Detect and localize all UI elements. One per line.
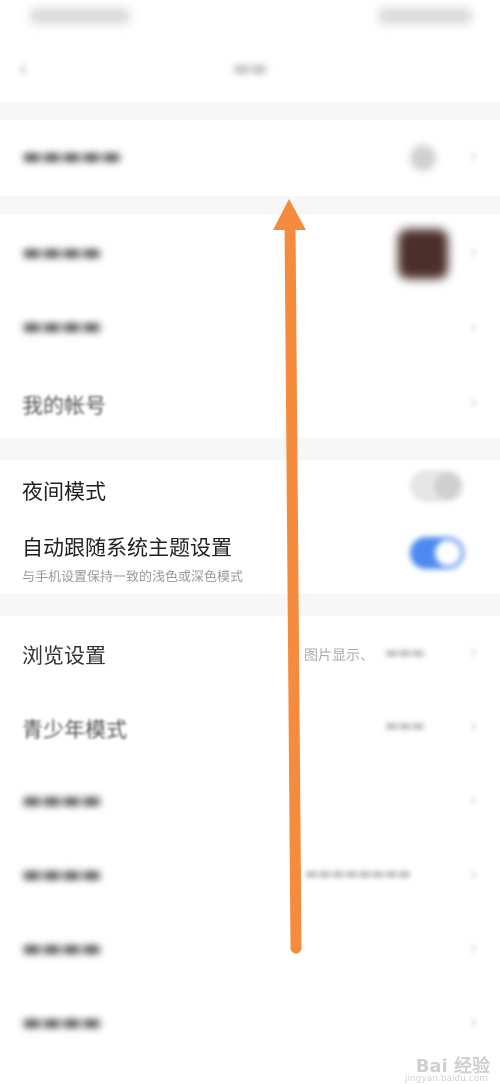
arrow-shaft xyxy=(284,216,302,954)
watermark-url: jingyan.baidu.com xyxy=(404,1074,488,1084)
arrow-head xyxy=(273,199,306,230)
swipe-up-arrow-annotation xyxy=(273,199,306,954)
